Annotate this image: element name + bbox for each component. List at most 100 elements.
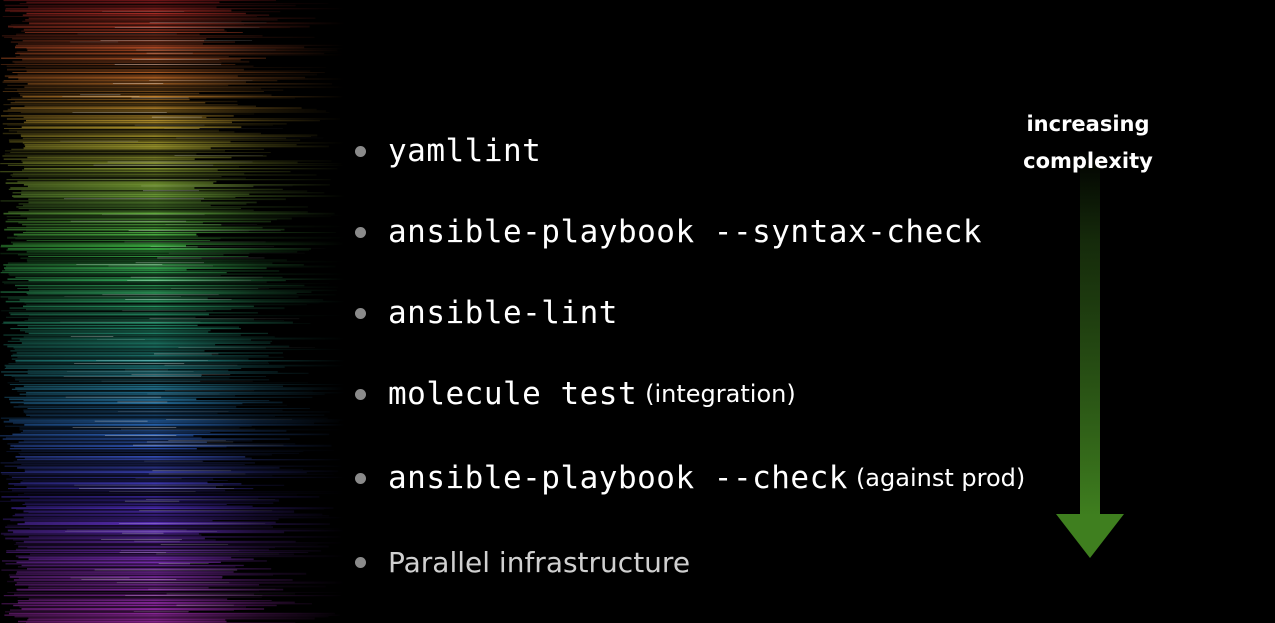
spectrum-streak: [1, 57, 266, 59]
spectrum-streak: [26, 48, 345, 50]
spectrum-highlight: [65, 531, 218, 532]
spectrum-streak: [17, 180, 217, 183]
spectrum-streak: [10, 609, 234, 611]
spectrum-streak: [29, 289, 337, 292]
spectrum-streak: [16, 352, 283, 354]
bullet-dot: [355, 472, 366, 484]
spectrum-streak: [21, 193, 250, 196]
spectrum-streak: [22, 142, 345, 144]
spectrum-streak: [26, 304, 307, 306]
spectrum-streak: [1, 496, 320, 498]
spectrum-highlight: [124, 500, 180, 502]
spectrum-streak: [15, 548, 269, 551]
spectrum-streak: [27, 156, 232, 159]
spectrum-highlight: [94, 420, 148, 422]
spectrum-streak: [10, 187, 195, 189]
spectrum-streak: [6, 118, 341, 120]
spectrum-streak: [22, 480, 228, 481]
spectrum-streak: [18, 78, 345, 80]
spectrum-highlight: [121, 428, 256, 430]
spectrum-streak: [15, 284, 305, 287]
complexity-label-line2: complexity: [1023, 149, 1153, 173]
spectrum-streak: [12, 489, 226, 492]
spectrum-streak: [5, 300, 345, 303]
spectrum-streak: [15, 44, 345, 47]
spectrum-highlight: [102, 11, 185, 12]
spectrum-highlight: [79, 488, 235, 489]
spectrum-streak: [15, 584, 259, 586]
spectrum-streak: [24, 86, 345, 88]
spectrum-streak: [17, 89, 284, 91]
spectrum-streak: [24, 320, 284, 322]
spectrum-streak: [22, 14, 270, 16]
spectrum-highlight: [128, 230, 281, 232]
spectrum-streak: [25, 67, 326, 69]
spectrum-streak: [21, 126, 242, 128]
spectrum-streak: [3, 283, 330, 285]
spectrum-streak: [6, 227, 263, 229]
spectrum-streak: [17, 566, 236, 568]
spectrum-streak: [15, 456, 246, 458]
spectrum-highlight: [112, 83, 164, 84]
spectrum-streak: [16, 571, 234, 573]
spectrum-streak: [17, 590, 260, 592]
spectrum-streak: [0, 417, 328, 419]
spectrum-highlight: [69, 41, 119, 43]
spectrum-streak: [28, 286, 338, 288]
spectrum-highlight: [133, 444, 284, 446]
spectrum-streak: [12, 72, 325, 73]
spectrum-streak: [16, 51, 345, 53]
spectrum-streak: [5, 366, 285, 368]
spectrum-streak: [17, 596, 262, 598]
spectrum-streak: [18, 545, 329, 548]
spectrum-streak: [28, 585, 326, 588]
spectrum-highlight: [136, 49, 276, 51]
spectrum-highlight: [133, 611, 189, 612]
spectrum-streak: [0, 462, 255, 464]
bullet-list: yamllint ansible-playbook --syntax-check…: [355, 0, 1075, 623]
spectrum-highlight: [122, 532, 164, 534]
spectrum-streak: [26, 414, 325, 416]
spectrum-streak: [11, 358, 249, 360]
spectrum-streak: [24, 424, 345, 426]
spectrum-streak: [28, 558, 254, 561]
spectrum-highlight: [117, 411, 229, 412]
spectrum-streak: [27, 619, 226, 621]
spectrum-streak: [28, 598, 228, 600]
spectrum-streak: [11, 176, 222, 178]
spectrum-streak: [8, 76, 306, 79]
spectrum-streak: [10, 107, 302, 109]
spectrum-streak: [0, 200, 201, 202]
spectrum-streak: [9, 448, 197, 450]
spectrum-streak: [12, 60, 250, 63]
spectrum-streak: [28, 256, 249, 257]
spectrum-streak: [7, 524, 272, 526]
spectrum-streak: [4, 153, 197, 155]
spectrum-streak: [5, 436, 202, 439]
spectrum-highlight: [101, 539, 182, 540]
spectrum-streak: [3, 0, 276, 2]
spectrum-highlight: [176, 137, 324, 139]
spectrum-streak: [18, 556, 232, 559]
spectrum-highlight: [63, 376, 202, 377]
spectrum-highlight: [158, 563, 209, 564]
spectrum-streak: [9, 398, 197, 401]
spectrum-highlight: [104, 435, 177, 436]
down-arrow-icon: [1056, 150, 1124, 558]
spectrum-streak: [28, 587, 209, 589]
spectrum-streak: [24, 144, 297, 146]
list-item: ansible-lint: [355, 295, 618, 331]
spectrum-streak: [12, 172, 245, 175]
spectrum-streak: [23, 184, 330, 186]
spectrum-streak: [8, 139, 301, 141]
spectrum-streak: [17, 467, 280, 469]
spectrum-streak: [6, 451, 304, 453]
spectrum-streak: [10, 520, 213, 522]
spectrum-streak: [29, 497, 259, 500]
spectrum-highlight: [165, 224, 258, 225]
spectrum-highlight: [170, 248, 326, 249]
spectrum-streak: [7, 108, 317, 111]
spectrum-streak: [2, 270, 280, 272]
bullet-dot: [355, 226, 366, 238]
spectrum-streak: [2, 281, 267, 283]
